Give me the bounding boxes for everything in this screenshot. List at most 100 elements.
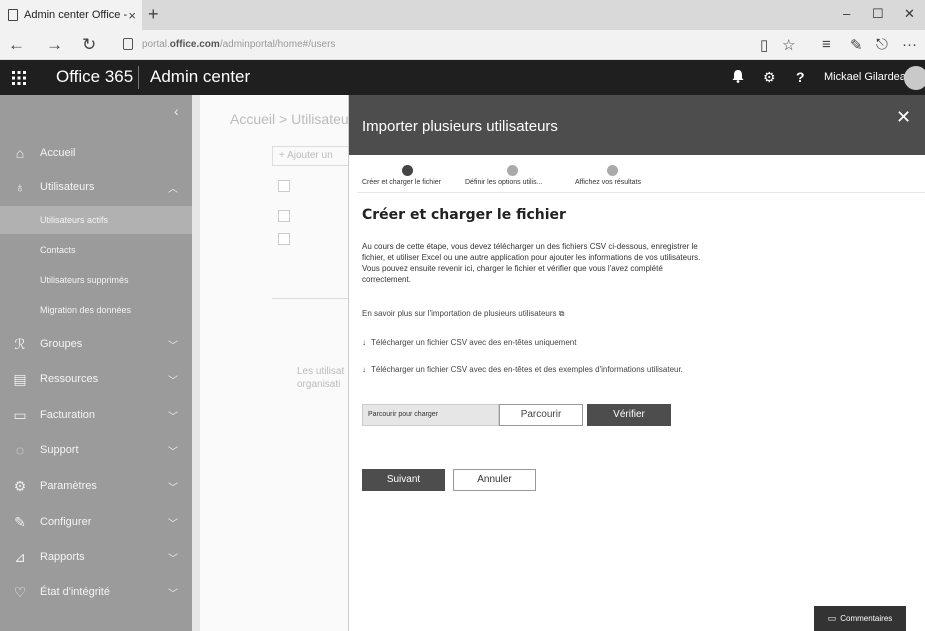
background-text-line: organisati [297, 379, 341, 390]
url-prefix: portal. [142, 39, 170, 50]
url-field[interactable]: portal.office.com/adminportal/home#/user… [142, 39, 335, 50]
step-label[interactable]: Affichez vos résultats [575, 179, 641, 186]
minimize-icon[interactable]: – [843, 6, 850, 21]
download-examples-link[interactable]: ↓ Télécharger un fichier CSV avec des en-… [362, 364, 707, 375]
chevron-down-icon: ﹀ [168, 411, 178, 423]
file-upload-field[interactable]: Parcourir pour charger [362, 404, 499, 426]
panel-header: Importer plusieurs utilisateurs ✕ [349, 95, 925, 155]
share-icon[interactable]: ⎋ [876, 36, 888, 53]
step-label[interactable]: Définir les options utilis... [465, 179, 542, 186]
panel-title: Importer plusieurs utilisateurs [362, 118, 558, 135]
chevron-down-icon: ﹀ [168, 446, 178, 458]
help-icon[interactable]: ? [796, 69, 805, 85]
url-path: /adminportal/home#/users [219, 39, 336, 50]
learn-more-link[interactable]: En savoir plus sur l'importation de plus… [362, 309, 564, 319]
hub-icon[interactable]: ≡ [822, 36, 831, 53]
user-name[interactable]: Mickael Gilardeau [824, 71, 912, 83]
feedback-button[interactable]: ▭ Commentaires [814, 606, 906, 631]
url-domain: office.com [169, 39, 220, 50]
brand-label[interactable]: Office 365 [56, 67, 133, 87]
chevron-down-icon: ﹀ [168, 375, 178, 387]
sidebar-subitem-deleted-users[interactable]: Utilisateurs supprimés [0, 266, 192, 294]
step-indicator-active [402, 165, 413, 176]
row-checkbox [278, 180, 290, 192]
settings-icon: ⚙ [13, 477, 27, 494]
download-icon: ↓ [362, 338, 366, 347]
back-icon[interactable]: ← [8, 35, 25, 55]
import-users-panel: Importer plusieurs utilisateurs ✕ Créer … [348, 95, 925, 631]
tab-page-icon [8, 9, 18, 21]
setup-icon: ✎ [14, 513, 26, 530]
sidebar-item-label: État d'intégrité [40, 586, 110, 598]
sidebar: ‹ ⌂ Accueil ♁ Utilisateurs ︿ Utilisateur… [0, 95, 192, 631]
sidebar-item-support[interactable]: ◌ Support ﹀ [0, 435, 192, 465]
billing-icon: ▭ [13, 406, 27, 423]
browse-button[interactable]: Parcourir [499, 404, 583, 426]
sidebar-item-utilisateurs[interactable]: ♁ Utilisateurs ︿ [0, 172, 192, 202]
sidebar-item-rapports[interactable]: ⊿ Rapports ﹀ [0, 542, 192, 572]
browser-tab[interactable]: Admin center Office - U × [0, 0, 142, 30]
learn-more-text: En savoir plus sur l'importation de plus… [362, 309, 557, 318]
chevron-up-icon: ︿ [168, 183, 178, 195]
section-title: Créer et charger le fichier [362, 207, 566, 223]
app-title: Admin center [150, 67, 251, 86]
bell-icon[interactable] [732, 69, 744, 86]
next-button[interactable]: Suivant [362, 469, 445, 491]
sidebar-subitem-data-migration[interactable]: Migration des données [0, 296, 192, 324]
step-label[interactable]: Créer et charger le fichier [362, 179, 441, 186]
new-tab-icon[interactable]: + [148, 4, 159, 25]
groups-icon: ℛ [14, 335, 26, 352]
home-icon: ⌂ [15, 145, 25, 161]
steps-divider [357, 192, 925, 193]
avatar[interactable] [904, 66, 925, 90]
close-icon[interactable]: ✕ [896, 107, 911, 128]
reports-icon: ⊿ [14, 548, 26, 565]
sidebar-item-label: Facturation [40, 409, 96, 421]
web-note-icon[interactable]: ✎ [850, 36, 863, 54]
sidebar-item-label: Utilisateurs [40, 181, 95, 193]
collapse-nav-icon[interactable]: ‹ [174, 103, 179, 119]
sidebar-subitem-contacts[interactable]: Contacts [0, 236, 192, 264]
sidebar-item-configurer[interactable]: ✎ Configurer ﹀ [0, 507, 192, 537]
sidebar-item-parametres[interactable]: ⚙ Paramètres ﹀ [0, 471, 192, 501]
add-user-button: + Ajouter un [272, 146, 352, 166]
download-headers-link[interactable]: ↓ Télécharger un fichier CSV avec des en-… [362, 337, 707, 348]
tab-close-icon[interactable]: × [128, 8, 136, 23]
step-indicator [507, 165, 518, 176]
health-icon: ♡ [13, 583, 27, 600]
lock-icon [123, 38, 133, 50]
sidebar-item-label: Ressources [40, 373, 99, 385]
maximize-icon[interactable]: ☐ [872, 6, 884, 22]
chevron-down-icon: ﹀ [168, 588, 178, 600]
refresh-icon[interactable]: ↻ [82, 35, 96, 55]
sidebar-item-label: Configurer [40, 516, 92, 528]
support-icon: ◌ [15, 442, 25, 458]
breadcrumb: Accueil > Utilisateu [230, 111, 349, 127]
chevron-down-icon: ﹀ [168, 553, 178, 565]
favorite-icon[interactable]: ☆ [782, 36, 795, 54]
more-icon[interactable]: ··· [902, 36, 917, 53]
sidebar-item-label: Groupes [40, 338, 83, 350]
window-close-icon[interactable]: ✕ [904, 6, 915, 22]
verify-button[interactable]: Vérifier [587, 404, 671, 426]
sidebar-item-etat-integrite[interactable]: ♡ État d'intégrité ﹀ [0, 577, 192, 607]
background-page: Accueil > Utilisateu + Ajouter un Les ut… [200, 95, 352, 631]
sidebar-item-groupes[interactable]: ℛ Groupes ﹀ [0, 329, 192, 359]
sidebar-subitem-active-users[interactable]: Utilisateurs actifs [0, 206, 192, 234]
background-text: Les utilisat organisati [297, 365, 344, 391]
sidebar-item-label: Support [40, 444, 79, 456]
user-icon: ♁ [14, 179, 26, 195]
sidebar-item-label: Paramètres [40, 480, 97, 492]
app-launcher-icon[interactable] [0, 60, 38, 95]
sidebar-item-ressources[interactable]: ▤ Ressources ﹀ [0, 364, 192, 394]
reading-view-icon[interactable]: ▯ [760, 36, 768, 54]
nav-divider [192, 95, 200, 631]
sidebar-item-facturation[interactable]: ▭ Facturation ﹀ [0, 400, 192, 430]
sidebar-item-accueil[interactable]: ⌂ Accueil [0, 138, 192, 168]
resources-icon: ▤ [13, 370, 27, 387]
gear-icon[interactable]: ⚙ [763, 69, 776, 86]
forward-icon[interactable]: → [46, 35, 63, 55]
chevron-down-icon: ﹀ [168, 340, 178, 352]
cancel-button[interactable]: Annuler [453, 469, 536, 491]
download-examples-text: Télécharger un fichier CSV avec des en-t… [371, 365, 683, 374]
